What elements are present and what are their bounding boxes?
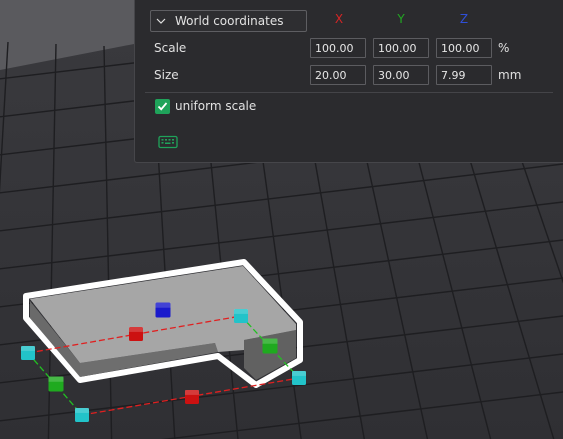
axis-x-label: X: [334, 12, 344, 26]
axis-y-label: Y: [397, 12, 405, 26]
scale-label: Scale: [154, 41, 187, 55]
scale-z-input[interactable]: [436, 38, 492, 58]
chevron-down-icon: [156, 11, 168, 31]
scale-handle-z[interactable]: [155, 302, 171, 318]
size-y-input[interactable]: [373, 65, 429, 85]
uniform-scale-checkbox[interactable]: [155, 99, 170, 114]
scale-handle-corner[interactable]: [234, 309, 248, 323]
keyboard-icon[interactable]: [158, 134, 178, 149]
coordinate-system-label: World coordinates: [175, 14, 284, 28]
object-manipulation-panel: World coordinates X Y Z Scale % Size mm …: [134, 0, 563, 163]
coordinate-system-dropdown[interactable]: World coordinates: [150, 10, 307, 32]
divider: [145, 92, 553, 93]
uniform-scale-label: uniform scale: [175, 99, 257, 113]
scale-y-input[interactable]: [373, 38, 429, 58]
scale-handle-corner[interactable]: [21, 346, 35, 360]
axis-z-label: Z: [459, 12, 469, 26]
scale-handle-corner[interactable]: [75, 408, 89, 422]
size-x-input[interactable]: [310, 65, 366, 85]
size-z-input[interactable]: [436, 65, 492, 85]
scale-x-input[interactable]: [310, 38, 366, 58]
size-unit: mm: [498, 68, 522, 82]
scale-handle-y[interactable]: [48, 376, 64, 392]
size-label: Size: [154, 68, 179, 82]
scale-handle-x[interactable]: [129, 327, 143, 341]
scale-handle-y[interactable]: [262, 338, 278, 354]
scale-handle-corner[interactable]: [292, 371, 306, 385]
checkmark-icon: [157, 102, 168, 111]
scale-handle-x[interactable]: [185, 390, 199, 404]
scale-unit: %: [498, 41, 510, 55]
